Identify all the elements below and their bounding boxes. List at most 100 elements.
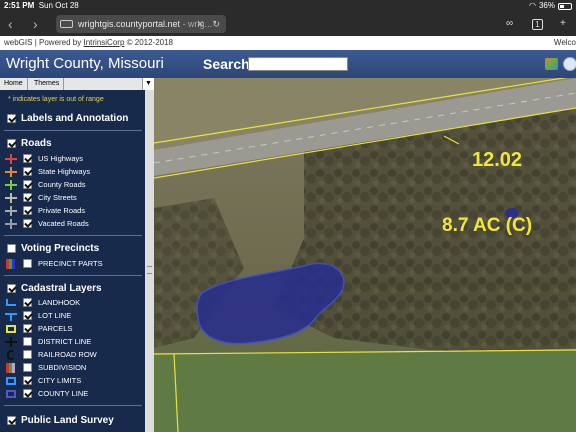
sidebar-scrollbar[interactable] [145, 90, 154, 432]
checkbox[interactable] [23, 350, 32, 359]
lot-line-symbol-icon [5, 311, 17, 321]
app-name: webGIS [4, 38, 33, 47]
globe-icon[interactable] [563, 57, 576, 71]
layer-label: US Highways [38, 154, 84, 163]
group-cadastral[interactable]: Cadastral Layers [7, 282, 102, 294]
layer-lot-line[interactable]: LOT LINE [5, 310, 71, 321]
group-roads[interactable]: Roads [7, 137, 52, 149]
checkbox[interactable] [23, 337, 32, 346]
checkbox[interactable] [23, 206, 32, 215]
layer-district-line[interactable]: DISTRICT LINE [5, 336, 91, 347]
map-view[interactable]: 12.02 8.7 AC (C) [153, 75, 576, 432]
group-pls[interactable]: Public Land Survey [7, 414, 114, 426]
screen: 2:51 PM Sun Oct 28 ◠ 36% ‹ › wrightgis.c… [0, 0, 576, 432]
checkbox-pls[interactable] [7, 415, 16, 425]
layer-label: CITY LIMITS [38, 376, 82, 385]
copyright: © 2012-2018 [126, 38, 173, 47]
tabs-icon[interactable]: 1 [532, 19, 543, 30]
status-bar: 2:51 PM Sun Oct 28 ◠ 36% [0, 0, 576, 12]
layer-vacated-roads[interactable]: Vacated Roads [5, 218, 89, 229]
back-icon[interactable]: ‹ [8, 16, 13, 32]
district-line-symbol-icon [5, 336, 17, 347]
range-note: * indicates layer is out of range [8, 96, 104, 103]
parcel-symbol-icon [5, 324, 17, 334]
field-south [154, 350, 576, 432]
checkbox-roads[interactable] [7, 138, 16, 148]
layer-label: COUNTY LINE [38, 389, 89, 398]
reader-icon[interactable]: ∞ [506, 16, 513, 32]
checkbox[interactable] [23, 389, 32, 398]
layer-label: Vacated Roads [38, 219, 89, 228]
url-bar[interactable]: wrightgis.countyportal.net - wrig... ✕ ↻ [56, 15, 226, 33]
vendor-link[interactable]: IntrinsiCorp [83, 38, 124, 47]
divider [4, 235, 142, 236]
road-symbol-icon [5, 218, 17, 229]
layer-city-streets[interactable]: City Streets [5, 192, 77, 203]
site-icon [60, 20, 73, 28]
layer-county-roads[interactable]: County Roads [5, 179, 86, 190]
status-date: Sun Oct 28 [38, 1, 79, 10]
divider [4, 130, 142, 131]
page-title: Wright County, Missouri [6, 55, 164, 72]
forward-icon[interactable]: › [33, 16, 38, 32]
city-limits-symbol-icon [5, 376, 17, 386]
layer-railroad-row[interactable]: RAILROAD ROW [5, 349, 97, 360]
map-canvas[interactable]: 12.02 8.7 AC (C) [153, 75, 576, 432]
county-line-symbol-icon [5, 389, 17, 399]
add-tab-icon[interactable]: + [560, 16, 566, 32]
layer-landhook[interactable]: LANDHOOK [5, 297, 80, 308]
layer-us-highways[interactable]: US Highways [5, 153, 83, 164]
checkbox[interactable] [23, 180, 32, 189]
checkbox[interactable] [23, 193, 32, 202]
group-label: Public Land Survey [21, 414, 114, 426]
browser-toolbar: ‹ › wrightgis.countyportal.net - wrig...… [0, 12, 576, 36]
reload-icon[interactable]: ↻ [212, 15, 220, 33]
checkbox[interactable] [23, 298, 32, 307]
welcome-text: Welco [553, 38, 576, 47]
site-header: Wright County, Missouri Search: [0, 50, 576, 78]
layer-county-line[interactable]: COUNTY LINE [5, 388, 88, 399]
powered-by: | Powered by [34, 38, 82, 47]
search-input[interactable] [248, 57, 348, 71]
checkbox[interactable] [23, 219, 32, 228]
group-labels[interactable]: Labels and Annotation [7, 112, 128, 124]
sidebar-tabs: Home Themes ▼ [0, 78, 154, 90]
checkbox[interactable] [23, 259, 32, 268]
checkbox[interactable] [23, 376, 32, 385]
close-icon[interactable]: ✕ [196, 15, 204, 33]
group-label: Voting Precincts [21, 242, 100, 254]
checkbox-voting[interactable] [7, 243, 16, 253]
layer-precinct-parts[interactable]: PRECINCT PARTS [5, 258, 103, 269]
status-time: 2:51 PM [4, 1, 35, 10]
map-label-number: 12.02 [472, 149, 522, 171]
tab-home[interactable]: Home [0, 78, 28, 90]
divider [4, 275, 142, 276]
tab-themes[interactable]: Themes [30, 78, 65, 90]
railroad-symbol-icon [5, 349, 17, 360]
layer-label: RAILROAD ROW [38, 350, 97, 359]
layer-state-highways[interactable]: State Highways [5, 166, 90, 177]
checkbox[interactable] [23, 311, 32, 320]
layer-parcels[interactable]: PARCELS [5, 323, 72, 334]
subdivision-symbol-icon [5, 362, 17, 373]
layer-legend: * indicates layer is out of range Labels… [0, 90, 145, 432]
road-symbol-icon [5, 179, 17, 190]
layer-label: LOT LINE [38, 311, 72, 320]
checkbox[interactable] [23, 167, 32, 176]
layer-label: City Streets [38, 193, 77, 202]
checkbox[interactable] [23, 363, 32, 372]
layer-subdivision[interactable]: SUBDIVISION [5, 362, 86, 373]
highway-symbol-icon [5, 166, 17, 177]
layers-icon[interactable] [545, 58, 558, 70]
layer-private-roads[interactable]: Private Roads [5, 205, 85, 216]
checkbox-labels[interactable] [7, 113, 16, 123]
scroll-grip[interactable] [147, 266, 152, 274]
group-voting[interactable]: Voting Precincts [7, 242, 99, 254]
battery-icon [558, 2, 572, 10]
checkbox-cadastral[interactable] [7, 283, 16, 293]
checkbox[interactable] [23, 154, 32, 163]
chevron-down-icon[interactable]: ▼ [142, 78, 154, 90]
checkbox[interactable] [23, 324, 32, 333]
layer-city-limits[interactable]: CITY LIMITS [5, 375, 81, 386]
layer-sidebar: Home Themes ▼ * indicates layer is out o… [0, 78, 154, 432]
